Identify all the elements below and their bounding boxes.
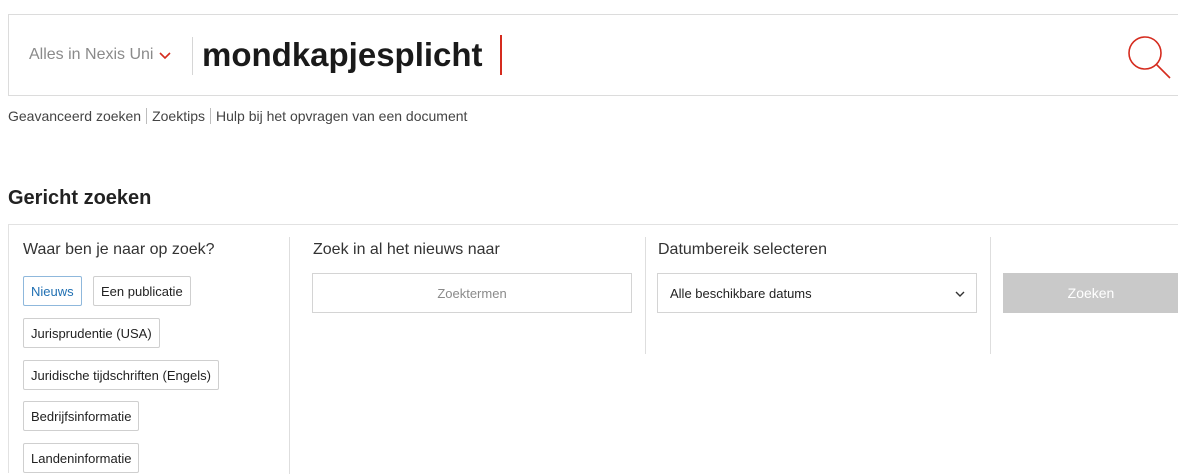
targeted-search-heading: Gericht zoeken [8,187,152,209]
chip-jurisprudentie[interactable]: Jurisprudentie (USA) [23,318,160,348]
chevron-down-icon [159,52,172,60]
search-tips-link[interactable]: Zoektips [152,108,205,124]
chip-landeninformatie[interactable]: Landeninformatie [23,443,140,473]
terms-label: Zoek in al het nieuws naar [313,241,500,258]
search-help-links: Geavanceerd zoeken Zoektips Hulp bij het… [8,108,467,124]
chip-bedrijfsinformatie[interactable]: Bedrijfsinformatie [23,401,140,431]
date-range-select[interactable]: Alle beschikbare datums [657,273,977,313]
document-help-link[interactable]: Hulp bij het opvragen van een document [216,108,467,124]
date-range-label: Datumbereik selecteren [658,241,827,258]
targeted-search-panel: Waar ben je naar op zoek? Nieuws Een pub… [8,224,1178,474]
text-cursor [500,35,502,75]
search-icon[interactable] [1125,33,1173,81]
chip-juridische-tijdschriften[interactable]: Juridische tijdschriften (Engels) [23,360,219,390]
advanced-search-link[interactable]: Geavanceerd zoeken [8,108,141,124]
search-terms-input[interactable] [312,273,632,313]
search-input[interactable] [202,33,1082,77]
link-separator [210,108,212,124]
search-scope-label: Alles in Nexis Uni [29,46,154,63]
search-scope-dropdown[interactable]: Alles in Nexis Uni [9,15,192,95]
chip-een-publicatie[interactable]: Een publicatie [93,276,191,306]
content-type-label: Waar ben je naar op zoek? [23,241,215,258]
link-separator [146,108,148,124]
chevron-down-icon [955,291,965,297]
column-divider [289,237,290,474]
column-divider [990,237,991,354]
column-divider [645,237,646,354]
submit-search-button[interactable]: Zoeken [1003,273,1178,313]
date-range-value: Alle beschikbare datums [670,285,812,301]
scope-divider [192,37,193,75]
chip-nieuws[interactable]: Nieuws [23,276,82,306]
search-bar: Alles in Nexis Uni [8,14,1178,96]
